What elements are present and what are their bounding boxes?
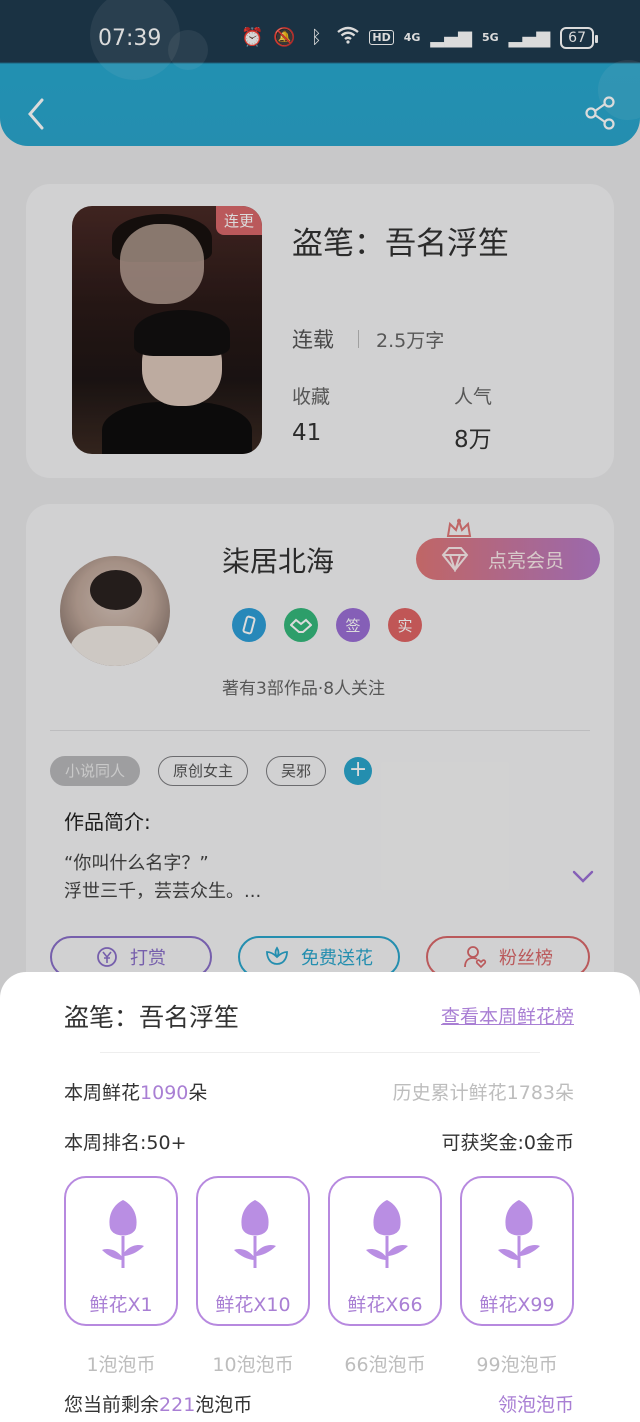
tulip-icon xyxy=(366,1200,408,1268)
weekly-flowers-suffix: 朵 xyxy=(188,1082,208,1104)
flower-option[interactable]: 鲜花X99 xyxy=(460,1176,574,1326)
divider xyxy=(100,1052,540,1053)
history-flowers: 历史累计鲜花1783朵 xyxy=(392,1082,574,1104)
flower-option[interactable]: 鲜花X10 xyxy=(196,1176,310,1326)
flower-option[interactable]: 鲜花X66 xyxy=(328,1176,442,1326)
balance-suffix: 泡泡币 xyxy=(195,1394,253,1416)
weekly-rank: 本周排名:50+ xyxy=(64,1132,187,1154)
balance-value: 221 xyxy=(159,1394,196,1416)
tulip-icon xyxy=(102,1200,144,1268)
flower-option-price: 99泡泡币 xyxy=(476,1354,558,1376)
flower-option-price: 1泡泡币 xyxy=(86,1354,156,1376)
claim-coins-link[interactable]: 领泡泡币 xyxy=(498,1390,574,1417)
weekly-flowers-count: 1090 xyxy=(140,1082,189,1104)
flower-option-price: 10泡泡币 xyxy=(212,1354,294,1376)
tulip-icon xyxy=(498,1200,540,1268)
balance-info: 您当前剩余221泡泡币 xyxy=(64,1390,252,1417)
flower-option[interactable]: 鲜花X1 xyxy=(64,1176,178,1326)
flower-bottom-sheet: 盗笔：吾名浮笙 查看本周鲜花榜 本周鲜花1090朵 历史累计鲜花1783朵 本周… xyxy=(0,972,640,1422)
flower-option-label: 鲜花X1 xyxy=(89,1294,153,1316)
weekly-ranking-link[interactable]: 查看本周鲜花榜 xyxy=(441,1002,574,1029)
flower-option-label: 鲜花X99 xyxy=(479,1294,555,1316)
sheet-title: 盗笔：吾名浮笙 xyxy=(64,1003,240,1032)
weekly-flowers: 本周鲜花1090朵 xyxy=(64,1078,207,1105)
flower-option-price: 66泡泡币 xyxy=(344,1354,426,1376)
flower-option-label: 鲜花X66 xyxy=(347,1294,423,1316)
tulip-icon xyxy=(234,1200,276,1268)
balance-prefix: 您当前剩余 xyxy=(64,1394,160,1416)
weekly-flowers-prefix: 本周鲜花 xyxy=(64,1082,141,1104)
flower-option-label: 鲜花X10 xyxy=(215,1294,291,1316)
bonus-info: 可获奖金:0金币 xyxy=(441,1132,575,1154)
